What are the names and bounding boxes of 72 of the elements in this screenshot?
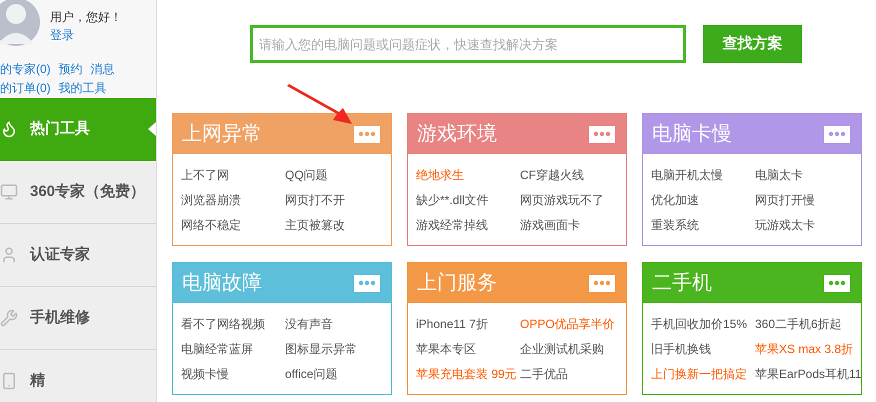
account-link[interactable]: 预约 [58,60,83,79]
topic-link[interactable]: 手机回收加价15% [651,315,755,334]
topic-link[interactable]: 浏览器崩溃 [181,191,285,210]
topic-link[interactable]: 没有声音 [285,315,333,334]
topic-link[interactable]: 看不了网络视频 [181,315,285,334]
topic-link[interactable]: 二手优品 [520,365,568,384]
more-button[interactable] [588,274,616,292]
topic-link[interactable]: 电脑开机太慢 [651,166,755,185]
user-icon [0,246,18,264]
topic-link[interactable]: 玩游戏太卡 [755,216,815,235]
topic-link[interactable]: 网页打开慢 [755,191,815,210]
more-button[interactable] [353,124,381,144]
sidebar-item[interactable]: 360专家（免费） [0,161,156,224]
topic-link[interactable]: 游戏画面卡 [520,216,580,235]
more-button[interactable] [823,274,851,292]
sidebar-label: 360专家（免费） [30,182,146,202]
topic-link[interactable]: 旧手机换钱 [651,340,755,359]
sidebar-item[interactable]: 精 [0,350,156,402]
sidebar-item[interactable]: 认证专家 [0,224,156,287]
phone-icon [0,372,18,390]
topic-link[interactable]: 360二手机6折起 [755,315,842,334]
annotation-arrow [285,84,353,126]
monitor-icon [0,183,18,201]
topic-link[interactable]: 电脑太卡 [755,166,803,185]
more-icon [828,131,846,137]
sidebar-label: 精 [30,370,45,391]
search-field[interactable]: 请输入您的电脑问题或问题症状，快速查找解决方案 [250,25,686,63]
card-title: 上门服务 [417,273,497,293]
sidebar-label: 热门工具 [30,118,90,139]
greeting-text: 用户，您好！ [50,9,122,26]
more-icon [593,131,611,137]
card-title: 电脑卡慢 [652,124,732,144]
wrench-icon [0,309,18,327]
topic-link[interactable]: 主页被篡改 [285,216,345,235]
topic-link[interactable]: 优化加速 [651,191,755,210]
card-title: 二手机 [652,273,712,293]
login-link[interactable]: 登录 [50,26,122,44]
topic-link[interactable]: 视频卡慢 [181,365,285,384]
account-link[interactable]: 消息 [90,60,115,79]
topic-link[interactable]: iPhone11 7折 [416,315,520,334]
more-button[interactable] [823,124,851,144]
topic-link[interactable]: 苹果EarPods耳机11 [755,365,861,384]
account-link[interactable]: 的订单(0) [0,79,51,98]
card-title: 游戏环境 [417,124,497,144]
more-button[interactable] [588,124,616,144]
flame-icon [0,120,18,138]
topic-link[interactable]: 缺少**.dll文件 [416,191,520,210]
topic-link[interactable]: 上不了网 [181,166,285,185]
topic-link[interactable]: 电脑经常蓝屏 [181,340,285,359]
more-button[interactable] [353,274,381,292]
account-link[interactable]: 我的工具 [58,79,107,98]
card-title: 上网异常 [182,124,262,144]
more-icon [358,131,376,137]
topic-link[interactable]: 网络不稳定 [181,216,285,235]
topic-link[interactable]: CF穿越火线 [520,166,584,185]
topic-link[interactable]: 网页打不开 [285,191,345,210]
more-icon [828,280,846,286]
more-icon [593,280,611,286]
topic-link[interactable]: QQ问题 [285,166,328,185]
topic-link[interactable]: 企业测试机采购 [520,340,604,359]
card-title: 电脑故障 [182,273,262,293]
more-icon [358,280,376,286]
topic-link[interactable]: 网页游戏玩不了 [520,191,604,210]
sidebar-item[interactable]: 手机维修 [0,287,156,350]
topic-link[interactable]: 苹果本专区 [416,340,520,359]
sidebar-label: 手机维修 [30,308,90,328]
topic-link[interactable]: 图标显示异常 [285,340,357,359]
topic-link[interactable]: office问题 [285,365,338,384]
sidebar-label: 认证专家 [30,244,90,265]
topic-link[interactable]: 重装系统 [651,216,755,235]
topic-link[interactable]: 游戏经常掉线 [416,216,520,235]
account-link[interactable]: 的专家(0) [0,60,51,79]
